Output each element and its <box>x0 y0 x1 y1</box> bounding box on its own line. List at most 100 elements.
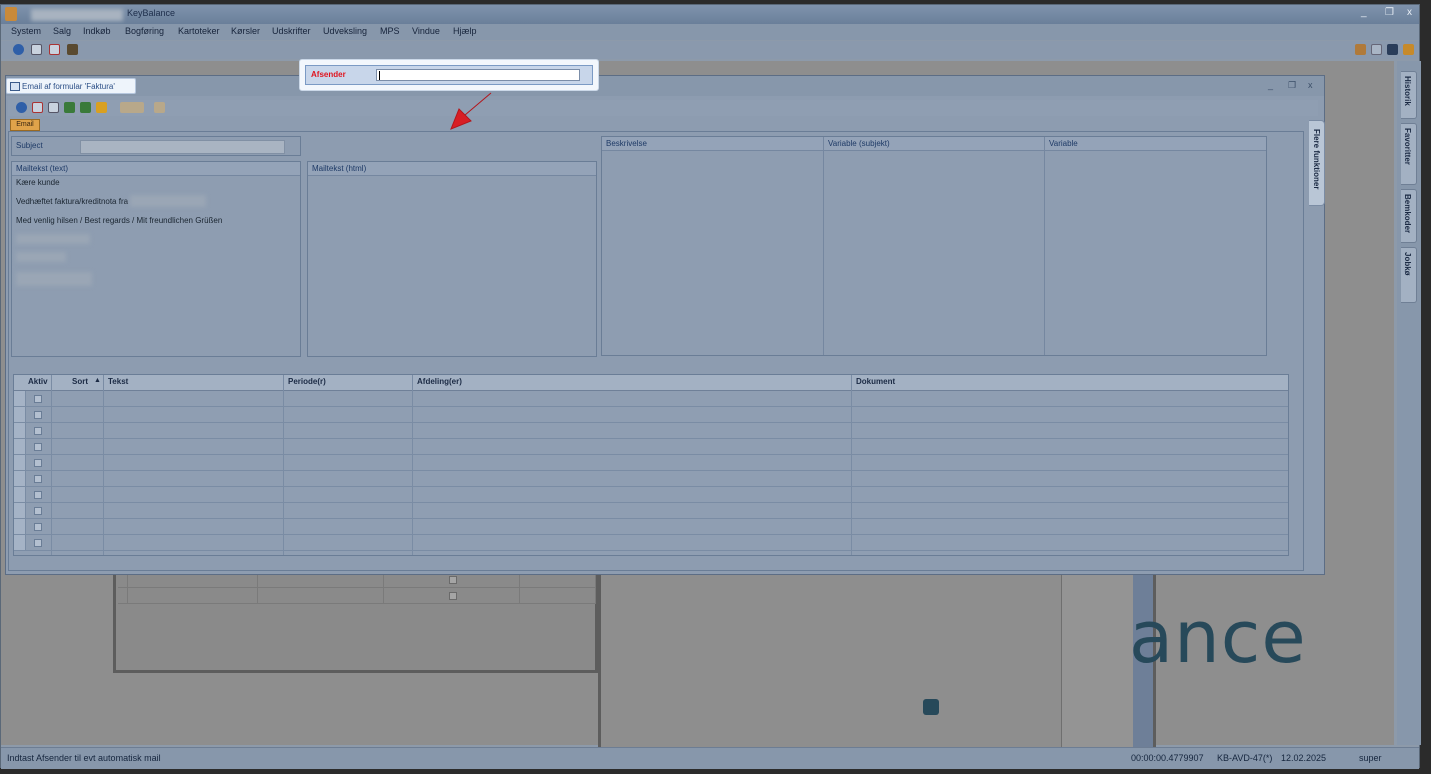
app-minimize-button[interactable]: _ <box>1361 7 1367 18</box>
row-selector[interactable] <box>14 503 26 518</box>
mail-line-signoff[interactable]: Med venlig hilsen / Best regards / Mit f… <box>16 216 222 225</box>
row-selector[interactable] <box>14 535 26 550</box>
aktiv-checkbox[interactable] <box>34 395 42 403</box>
menu-udskrifter[interactable]: Udskrifter <box>272 26 311 36</box>
row-selector[interactable] <box>14 487 26 502</box>
folder-icon[interactable] <box>1355 44 1366 55</box>
row-selector[interactable] <box>14 471 26 486</box>
help-icon[interactable] <box>16 102 27 113</box>
calendar-icon[interactable] <box>48 102 59 113</box>
status-date: 12.02.2025 <box>1281 753 1327 763</box>
help-icon[interactable] <box>13 44 24 55</box>
side-tab-label: Flere funktioner <box>1312 129 1321 190</box>
aktiv-checkbox[interactable] <box>34 539 42 547</box>
table-row[interactable] <box>14 391 1288 407</box>
menu-mps[interactable]: MPS <box>380 26 400 36</box>
email-window-minimize-button[interactable]: _ <box>1268 80 1273 90</box>
rail-tab-favoritter[interactable]: Favoritter <box>1401 123 1417 185</box>
table-row[interactable] <box>14 503 1288 519</box>
email-window-titlebar: Email af formular 'Faktura' _ ❐ x <box>6 76 1324 96</box>
table-row[interactable] <box>14 535 1288 551</box>
table-row[interactable] <box>14 455 1288 471</box>
rail-tab-label: Favoritter <box>1403 128 1412 165</box>
row-selector[interactable] <box>14 519 26 534</box>
afsender-row: Afsender <box>305 65 593 85</box>
afsender-input[interactable] <box>376 69 580 81</box>
email-window-close-button[interactable]: x <box>1308 80 1313 90</box>
aktiv-checkbox[interactable] <box>34 491 42 499</box>
table-row[interactable] <box>14 519 1288 535</box>
rail-tab-label: Bemkoder <box>1403 194 1412 234</box>
application-window: KeyBalance _ ❐ x System Salg Indkøb Bogf… <box>0 4 1421 769</box>
attach-dropdown-icon[interactable] <box>120 102 144 113</box>
menu-kartoteker[interactable]: Kartoteker <box>178 26 220 36</box>
rail-tab-bemkoder[interactable]: Bemkoder <box>1401 189 1417 243</box>
app-close-button[interactable]: x <box>1407 7 1412 18</box>
background-grid-cell <box>258 588 384 604</box>
import-icon[interactable] <box>80 102 91 113</box>
background-checkbox <box>449 592 457 600</box>
app-restore-button[interactable]: ❐ <box>1385 7 1394 18</box>
mail-line-attachment[interactable]: Vedhæftet faktura/kreditnota fra <box>16 197 128 206</box>
row-selector[interactable] <box>14 391 26 406</box>
calendar-icon[interactable] <box>31 44 42 55</box>
rail-tab-label: Historik <box>1403 76 1412 106</box>
subject-input[interactable] <box>80 140 285 154</box>
email-window-maximize-button[interactable]: ❐ <box>1288 80 1296 91</box>
briefcase-icon[interactable] <box>1403 44 1414 55</box>
table-row[interactable] <box>14 423 1288 439</box>
menu-udveksling[interactable]: Udveksling <box>323 26 367 36</box>
text-caret <box>379 71 380 80</box>
menu-korsler[interactable]: Kørsler <box>231 26 260 36</box>
row-selector[interactable] <box>14 407 26 422</box>
aktiv-checkbox[interactable] <box>34 411 42 419</box>
background-grid-window <box>113 569 598 673</box>
ship-icon[interactable] <box>67 44 78 55</box>
right-dock-rail: Historik Favoritter Bemkoder Jobkø <box>1397 61 1421 745</box>
variables-col-beskrivelse: Beskrivelse <box>602 137 824 355</box>
redacted-signature-line <box>16 252 66 262</box>
red-arrow-icon <box>450 92 492 130</box>
menu-salg[interactable]: Salg <box>53 26 71 36</box>
mail-line-greeting[interactable]: Kære kunde <box>16 178 60 187</box>
mailtekst-text-panel: Mailtekst (text) Kære kunde Vedhæftet fa… <box>11 161 301 357</box>
aktiv-checkbox[interactable] <box>34 475 42 483</box>
menu-bogforing[interactable]: Bogføring <box>125 26 164 36</box>
redacted-signature-line <box>16 234 90 244</box>
main-toolbar <box>1 41 1419 59</box>
clear-icon[interactable] <box>154 102 165 113</box>
mailtekst-html-panel: Mailtekst (html) <box>307 161 597 357</box>
export-icon[interactable] <box>64 102 75 113</box>
table-row[interactable] <box>14 471 1288 487</box>
menu-indkob[interactable]: Indkøb <box>83 26 111 36</box>
email-window-title-box: Email af formular 'Faktura' <box>6 78 136 94</box>
rail-tab-jobko[interactable]: Jobkø <box>1401 247 1417 303</box>
save-icon[interactable] <box>1387 44 1398 55</box>
grid-header-dokument[interactable]: Dokument <box>856 377 895 386</box>
menu-hjaelp[interactable]: Hjælp <box>453 26 477 36</box>
row-selector[interactable] <box>14 423 26 438</box>
row-selector[interactable] <box>14 439 26 454</box>
side-tab-flere-funktioner[interactable]: Flere funktioner <box>1309 120 1325 206</box>
table-row[interactable] <box>14 407 1288 423</box>
status-user: super <box>1359 753 1382 763</box>
aktiv-checkbox[interactable] <box>34 459 42 467</box>
table-row[interactable] <box>14 439 1288 455</box>
lock-icon[interactable] <box>96 102 107 113</box>
calendar-edit-icon[interactable] <box>32 102 43 113</box>
aktiv-checkbox[interactable] <box>34 427 42 435</box>
aktiv-checkbox[interactable] <box>34 443 42 451</box>
email-tabstrip: Email <box>10 119 1316 131</box>
aktiv-checkbox[interactable] <box>34 507 42 515</box>
tab-email[interactable]: Email <box>10 119 40 131</box>
window-icon[interactable] <box>1371 44 1382 55</box>
email-content-area: Subject Mailtekst (text) Kære kunde Vedh… <box>8 131 1304 571</box>
afsender-panel: Afsender <box>299 59 599 91</box>
table-row[interactable] <box>14 487 1288 503</box>
menu-vindue[interactable]: Vindue <box>412 26 440 36</box>
calendar-edit-icon[interactable] <box>49 44 60 55</box>
aktiv-checkbox[interactable] <box>34 523 42 531</box>
menu-system[interactable]: System <box>11 26 41 36</box>
row-selector[interactable] <box>14 455 26 470</box>
rail-tab-historik[interactable]: Historik <box>1401 71 1417 119</box>
